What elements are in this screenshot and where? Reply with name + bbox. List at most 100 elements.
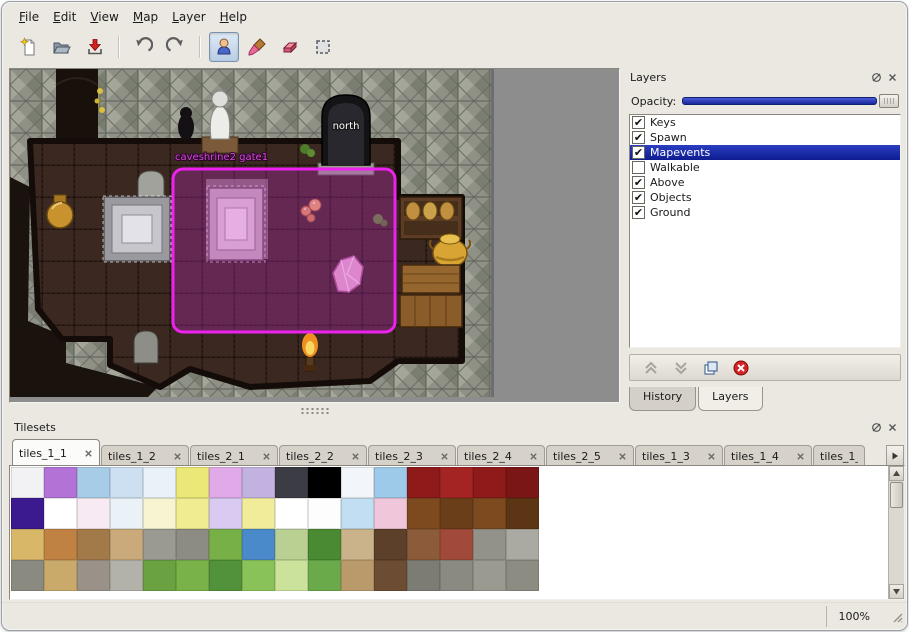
tileset-cell[interactable] (374, 498, 407, 529)
map-render[interactable]: north caveshrine2 gate1 (10, 69, 619, 402)
layer-row[interactable]: Ground (630, 205, 900, 220)
tileset-cell[interactable] (308, 529, 341, 560)
tileset-tab[interactable]: tiles_2_4 (457, 445, 545, 466)
tileset-cell[interactable] (341, 467, 374, 498)
layer-row[interactable]: Above (630, 175, 900, 190)
tileset-cell[interactable] (506, 467, 539, 498)
tileset-cell[interactable] (242, 467, 275, 498)
undo-button[interactable] (128, 32, 158, 62)
tileset-cell[interactable] (110, 498, 143, 529)
save-button[interactable] (80, 32, 110, 62)
tileset-cell[interactable] (341, 529, 374, 560)
tileset-cell[interactable] (11, 529, 44, 560)
tileset-tab[interactable]: tiles_2_3 (368, 445, 456, 466)
splitter[interactable] (9, 405, 620, 416)
tileset-cell[interactable] (11, 467, 44, 498)
delete-layer-button[interactable] (732, 359, 750, 377)
tileset-cell[interactable] (440, 498, 473, 529)
tileset-cell[interactable] (506, 529, 539, 560)
tileset-cell[interactable] (143, 560, 176, 591)
tileset-tab[interactable]: tiles_2_2 (279, 445, 367, 466)
tileset-cell[interactable] (473, 467, 506, 498)
opacity-slider-handle[interactable] (879, 94, 899, 108)
tileset-cell[interactable] (77, 498, 110, 529)
layer-checkbox[interactable] (632, 206, 645, 219)
tileset-tab[interactable]: tiles_2_1 (190, 445, 278, 466)
tileset-cell[interactable] (506, 560, 539, 591)
close-tab-icon[interactable] (796, 452, 805, 461)
tileset-cell[interactable] (440, 529, 473, 560)
tileset-cell[interactable] (110, 467, 143, 498)
tileset-cell[interactable] (407, 498, 440, 529)
tileset-tab[interactable]: tiles_1_2 (101, 445, 189, 466)
tileset-cell[interactable] (110, 560, 143, 591)
float-panel-button[interactable] (868, 420, 884, 435)
map-selection[interactable] (173, 169, 395, 332)
tileset-cell[interactable] (209, 560, 242, 591)
tileset-cell[interactable] (209, 498, 242, 529)
layer-row[interactable]: Mapevents (630, 145, 900, 160)
scroll-tabs-right-button[interactable] (886, 445, 904, 466)
tileset-cell[interactable] (44, 529, 77, 560)
float-panel-button[interactable] (868, 70, 884, 85)
scroll-down-button[interactable] (889, 584, 904, 599)
tileset-cell[interactable] (44, 467, 77, 498)
open-button[interactable] (47, 32, 77, 62)
close-tab-icon[interactable] (529, 452, 538, 461)
layer-row[interactable]: Walkable (630, 160, 900, 175)
tileset-cell[interactable] (242, 529, 275, 560)
close-tab-icon[interactable] (618, 452, 627, 461)
tileset-scrollbar[interactable] (888, 466, 904, 599)
tileset-cell[interactable] (44, 560, 77, 591)
menu-view[interactable]: View (83, 7, 125, 27)
tileset-tab[interactable]: tiles_1_1 (12, 439, 100, 466)
scrollbar-thumb[interactable] (890, 482, 903, 508)
tileset-cell[interactable] (242, 498, 275, 529)
tileset-cell[interactable] (275, 529, 308, 560)
close-panel-button[interactable] (884, 70, 900, 85)
menu-map[interactable]: Map (126, 7, 165, 27)
tileset-cell[interactable] (374, 560, 407, 591)
tileset-cell[interactable] (209, 529, 242, 560)
tileset-cell[interactable] (308, 560, 341, 591)
tileset-cell[interactable] (143, 529, 176, 560)
layer-row[interactable]: Keys (630, 115, 900, 130)
tileset-cell[interactable] (209, 467, 242, 498)
tileset-cell[interactable] (77, 529, 110, 560)
tileset-cell[interactable] (407, 560, 440, 591)
tileset-cell[interactable] (44, 498, 77, 529)
tileset-cell[interactable] (374, 467, 407, 498)
tileset-cell[interactable] (242, 560, 275, 591)
layer-row[interactable]: Spawn (630, 130, 900, 145)
raise-layer-button[interactable] (642, 359, 660, 377)
tileset-cell[interactable] (176, 529, 209, 560)
close-tab-icon[interactable] (351, 452, 360, 461)
tileset-tab[interactable]: tiles_1_3 (635, 445, 723, 466)
tileset-cell[interactable] (77, 467, 110, 498)
layer-checkbox[interactable] (632, 176, 645, 189)
tileset-cell[interactable] (11, 560, 44, 591)
map-canvas[interactable]: north caveshrine2 gate1 (9, 68, 620, 403)
close-panel-button[interactable] (884, 420, 900, 435)
layer-checkbox[interactable] (632, 116, 645, 129)
tileset-tab[interactable]: tiles_1_4 (724, 445, 812, 466)
tab-history[interactable]: History (629, 387, 696, 411)
opacity-slider[interactable] (682, 94, 899, 108)
resize-grip[interactable] (890, 610, 904, 624)
tileset-cell[interactable] (440, 467, 473, 498)
tileset-tab[interactable]: tiles_2_5 (546, 445, 634, 466)
tileset-cell[interactable] (473, 560, 506, 591)
tileset-cell[interactable] (407, 467, 440, 498)
tileset-cell[interactable] (176, 467, 209, 498)
tileset-cell[interactable] (308, 467, 341, 498)
tileset-grid[interactable] (11, 467, 539, 591)
layer-checkbox[interactable] (632, 131, 645, 144)
layer-row[interactable]: Objects (630, 190, 900, 205)
tileset-tab[interactable]: tiles_1_ (813, 445, 865, 466)
selection-tool-button[interactable] (308, 32, 338, 62)
tileset-cell[interactable] (473, 529, 506, 560)
tileset-cell[interactable] (374, 529, 407, 560)
tileset-cell[interactable] (143, 467, 176, 498)
menu-help[interactable]: Help (213, 7, 254, 27)
scroll-up-button[interactable] (889, 466, 904, 481)
